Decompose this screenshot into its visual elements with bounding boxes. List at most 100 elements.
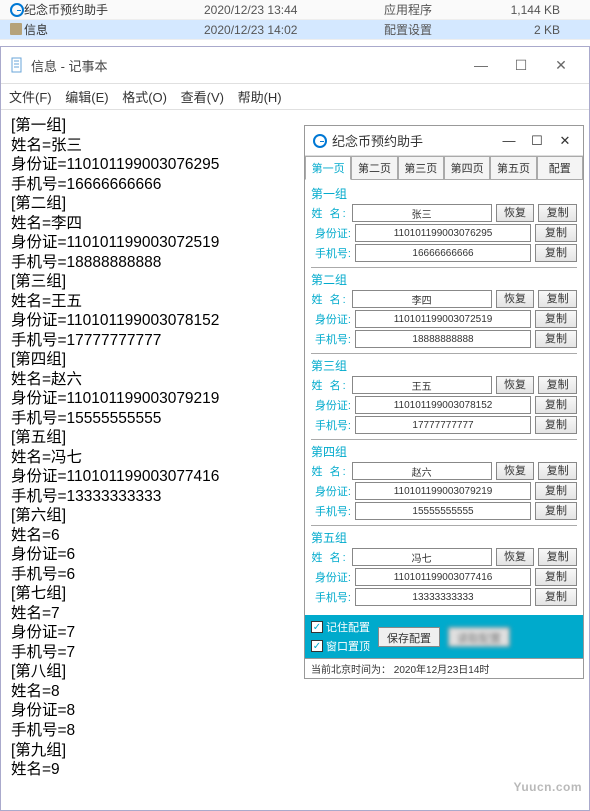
tab-0[interactable]: 第一页 bbox=[305, 156, 351, 180]
field-input[interactable] bbox=[355, 502, 531, 520]
group-title: 第二组 bbox=[311, 271, 577, 288]
copy-button[interactable]: 复制 bbox=[538, 204, 577, 222]
file-row[interactable]: 纪念币预约助手 2020/12/23 13:44 应用程序 1,144 KB bbox=[0, 0, 590, 20]
copy-button[interactable]: 复制 bbox=[538, 376, 577, 394]
tabs: 第一页第二页第三页第四页第五页配置 bbox=[305, 156, 583, 180]
tab-5[interactable]: 配置 bbox=[537, 156, 583, 179]
field-label: 姓 名: bbox=[311, 549, 348, 565]
copy-button[interactable]: 复制 bbox=[538, 290, 577, 308]
file-explorer: 纪念币预约助手 2020/12/23 13:44 应用程序 1,144 KB 信… bbox=[0, 0, 590, 40]
field-input[interactable] bbox=[355, 396, 531, 414]
maximize-button[interactable]: ☐ bbox=[501, 53, 541, 77]
helper-window[interactable]: 纪念币预约助手 — ☐ ✕ 第一页第二页第三页第四页第五页配置 第一组 姓 名:… bbox=[304, 125, 584, 679]
copy-button[interactable]: 复制 bbox=[535, 588, 577, 606]
document-icon bbox=[9, 57, 25, 73]
tab-1[interactable]: 第二页 bbox=[351, 156, 397, 179]
field-input[interactable] bbox=[355, 310, 531, 328]
copy-button[interactable]: 复制 bbox=[535, 310, 577, 328]
notepad-line: 身份证=8 bbox=[11, 701, 579, 721]
file-date: 2020/12/23 13:44 bbox=[204, 3, 384, 17]
group: 第五组 姓 名: 恢复 复制 身份证: 复制 手机号: 复制 bbox=[311, 526, 577, 611]
helper-titlebar[interactable]: 纪念币预约助手 — ☐ ✕ bbox=[305, 126, 583, 156]
field-input[interactable] bbox=[352, 548, 492, 566]
minimize-button[interactable]: — bbox=[461, 53, 501, 77]
close-button[interactable]: ✕ bbox=[555, 134, 575, 148]
clock-icon bbox=[10, 3, 24, 17]
copy-button[interactable]: 复制 bbox=[535, 224, 577, 242]
tab-3[interactable]: 第四页 bbox=[444, 156, 490, 179]
field-input[interactable] bbox=[355, 244, 531, 262]
notepad-line: 手机号=8 bbox=[11, 721, 579, 741]
field-label: 手机号: bbox=[311, 331, 351, 347]
group: 第三组 姓 名: 恢复 复制 身份证: 复制 手机号: 复制 bbox=[311, 354, 577, 440]
file-type: 应用程序 bbox=[384, 1, 484, 18]
field-input[interactable] bbox=[355, 568, 531, 586]
copy-button[interactable]: 复制 bbox=[535, 416, 577, 434]
copy-button[interactable]: 复制 bbox=[535, 482, 577, 500]
save-config-button[interactable]: 保存配置 bbox=[378, 627, 440, 647]
maximize-button[interactable]: ☐ bbox=[527, 134, 547, 148]
field-label: 身份证: bbox=[311, 397, 351, 413]
copy-button[interactable]: 复制 bbox=[538, 548, 577, 566]
checkbox-label: 窗口置顶 bbox=[326, 638, 370, 654]
checkbox-icon: ✓ bbox=[311, 621, 323, 633]
field-label: 身份证: bbox=[311, 569, 351, 585]
menu-help[interactable]: 帮助(H) bbox=[238, 90, 282, 105]
menu-view[interactable]: 查看(V) bbox=[181, 90, 224, 105]
file-row[interactable]: 信息 2020/12/23 14:02 配置设置 2 KB bbox=[0, 20, 590, 40]
field-label: 手机号: bbox=[311, 589, 351, 605]
form-row: 手机号: 复制 bbox=[311, 502, 577, 520]
restore-button[interactable]: 恢复 bbox=[496, 548, 535, 566]
close-button[interactable]: ✕ bbox=[541, 53, 581, 77]
copy-button[interactable]: 复制 bbox=[535, 244, 577, 262]
copy-button[interactable]: 复制 bbox=[535, 502, 577, 520]
field-label: 姓 名: bbox=[311, 205, 348, 221]
field-input[interactable] bbox=[352, 290, 492, 308]
notepad-line: 姓名=9 bbox=[11, 760, 579, 780]
load-config-button[interactable]: 读取配置 bbox=[448, 627, 510, 647]
restore-button[interactable]: 恢复 bbox=[496, 290, 535, 308]
notepad-menu: 文件(F) 编辑(E) 格式(O) 查看(V) 帮助(H) bbox=[1, 84, 589, 110]
field-input[interactable] bbox=[352, 376, 492, 394]
helper-footer: ✓ 记住配置 ✓ 窗口置顶 保存配置 读取配置 bbox=[305, 615, 583, 658]
tab-4[interactable]: 第五页 bbox=[490, 156, 536, 179]
form-row: 姓 名: 恢复 复制 bbox=[311, 548, 577, 566]
copy-button[interactable]: 复制 bbox=[535, 396, 577, 414]
field-input[interactable] bbox=[355, 224, 531, 242]
groups: 第一组 姓 名: 恢复 复制 身份证: 复制 手机号: 复制 第二组 姓 名: … bbox=[305, 180, 583, 615]
menu-edit[interactable]: 编辑(E) bbox=[65, 90, 108, 105]
notepad-titlebar[interactable]: 信息 - 记事本 — ☐ ✕ bbox=[1, 47, 589, 84]
notepad-line: 姓名=8 bbox=[11, 682, 579, 702]
field-label: 姓 名: bbox=[311, 291, 348, 307]
restore-button[interactable]: 恢复 bbox=[496, 376, 535, 394]
window-controls: — ☐ ✕ bbox=[499, 134, 575, 148]
field-label: 姓 名: bbox=[311, 463, 348, 479]
field-input[interactable] bbox=[355, 416, 531, 434]
form-row: 姓 名: 恢复 复制 bbox=[311, 204, 577, 222]
form-row: 手机号: 复制 bbox=[311, 588, 577, 606]
field-input[interactable] bbox=[355, 482, 531, 500]
menu-file[interactable]: 文件(F) bbox=[9, 90, 52, 105]
clock-icon bbox=[313, 134, 327, 148]
field-input[interactable] bbox=[352, 462, 492, 480]
restore-button[interactable]: 恢复 bbox=[496, 204, 535, 222]
field-input[interactable] bbox=[355, 330, 531, 348]
field-input[interactable] bbox=[352, 204, 492, 222]
menu-format[interactable]: 格式(O) bbox=[122, 90, 167, 105]
copy-button[interactable]: 复制 bbox=[538, 462, 577, 480]
file-name: 信息 bbox=[24, 21, 204, 38]
form-row: 手机号: 复制 bbox=[311, 416, 577, 434]
minimize-button[interactable]: — bbox=[499, 134, 519, 148]
copy-button[interactable]: 复制 bbox=[535, 330, 577, 348]
form-row: 身份证: 复制 bbox=[311, 310, 577, 328]
helper-statusbar: 当前北京时间为： 2020年12月23日14时 bbox=[305, 658, 583, 678]
field-input[interactable] bbox=[355, 588, 531, 606]
notepad-line: [第九组] bbox=[11, 741, 579, 761]
checkbox-icon: ✓ bbox=[311, 640, 323, 652]
copy-button[interactable]: 复制 bbox=[535, 568, 577, 586]
field-label: 手机号: bbox=[311, 503, 351, 519]
restore-button[interactable]: 恢复 bbox=[496, 462, 535, 480]
remember-config-checkbox[interactable]: ✓ 记住配置 bbox=[311, 619, 370, 635]
tab-2[interactable]: 第三页 bbox=[398, 156, 444, 179]
always-on-top-checkbox[interactable]: ✓ 窗口置顶 bbox=[311, 638, 370, 654]
